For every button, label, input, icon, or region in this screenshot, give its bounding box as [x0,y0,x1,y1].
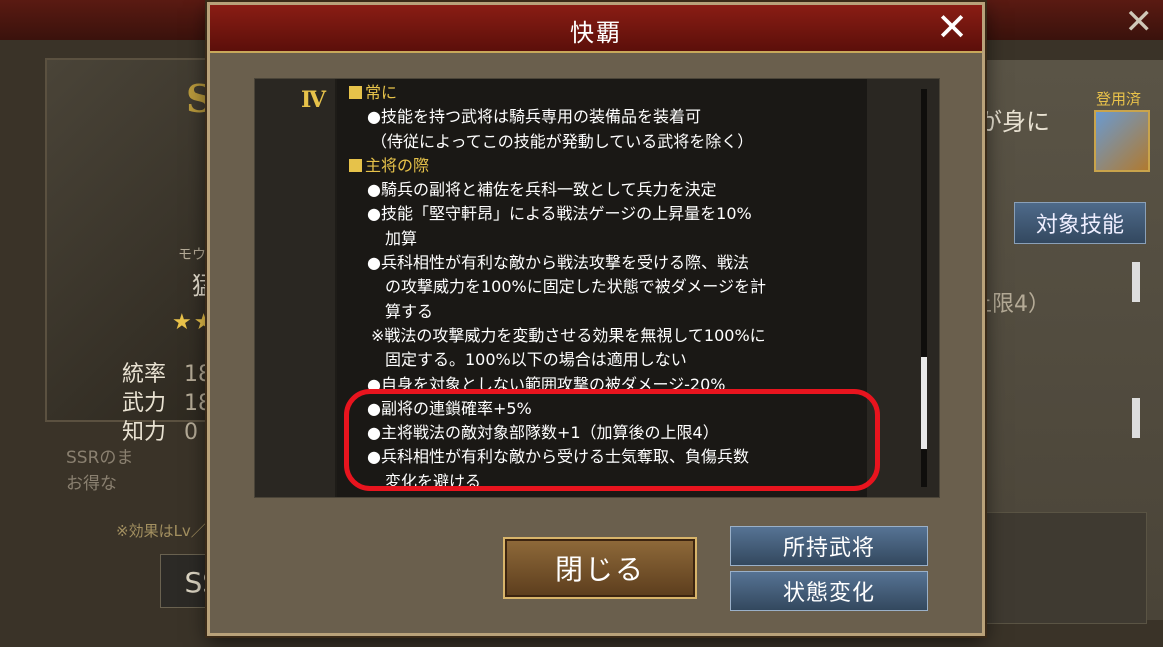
background-header-left [0,0,230,40]
description-line: の攻撃威力を100%に固定した状態で被ダメージを計 [385,277,766,297]
avatar[interactable] [1094,110,1150,172]
right-column [867,79,939,497]
description-line: ●兵科相性が有利な敵から戦法攻撃を受ける際、戦法 [367,253,749,273]
modal-header: 快覇 ✕ [210,5,982,53]
close-button[interactable]: 閉じる [503,537,697,599]
description-line: 変化を避ける [385,471,482,491]
target-skill-button[interactable]: 対象技能 [1014,202,1146,244]
skill-description-scroll[interactable]: 常に ●技能を持つ武将は騎兵専用の装備品を装着可 （侍従によってこの技能が発動してい… [337,79,867,497]
scrollbar-thumb[interactable] [921,357,927,449]
square-bullet-icon [349,158,362,172]
background-close-icon: ✕ [1124,2,1154,42]
close-icon[interactable]: ✕ [932,7,972,47]
description-line: ※戦法の攻撃威力を変動させる効果を無視して100%に [371,325,766,345]
background-scrollbar[interactable] [1132,398,1140,438]
square-bullet-icon [349,86,362,99]
description-line: ●兵科相性が有利な敵から受ける士気奪取、負傷兵数 [367,447,749,467]
modal-title: 快覇 [570,19,622,47]
description-line: 加算 [385,228,418,248]
description-line: ●自身を対象としない範囲攻撃の被ダメージ-20% [367,374,726,394]
background-bottom-panel [985,512,1147,624]
section-heading: 主将の際 [337,154,867,178]
level-column: Ⅳ [255,79,335,497]
description-lines: 常に ●技能を持つ武将は騎兵専用の装備品を装着可 （侍従によってこの技能が発動してい… [337,81,867,497]
background-note: SSRのま お得な [66,448,134,494]
skill-detail-modal: 快覇 ✕ Ⅳ 常に ●技能を持つ武将は騎兵専用の装備品を装着可 （侍従によってこの技… [207,2,985,636]
skill-description-panel: Ⅳ 常に ●技能を持つ武将は騎兵専用の装備品を装着可 （侍従によってこの技能が発動し… [254,78,940,498]
description-line: ■兵種特性 [337,494,867,497]
description-line: 算する [385,301,434,321]
owned-generals-button[interactable]: 所持武将 [730,526,928,566]
description-line: 固定する。100%以下の場合は適用しない [385,350,687,370]
description-line: ●騎兵の副将と補佐を兵科一致として兵力を決定 [367,180,717,200]
background-scrollbar[interactable] [1132,262,1140,302]
description-line: ●副将の連鎖確率+5% [367,398,532,418]
scrollbar-track[interactable] [921,89,927,487]
description-line: ●技能を持つ武将は騎兵専用の装備品を装着可 [367,107,701,127]
section-heading: 常に [337,81,867,105]
description-line: （侍従によってこの技能が発動している武将を除く） [371,131,754,151]
skill-level: Ⅳ [301,87,326,113]
description-line: ●技能「堅守軒昂」による戦法ゲージの上昇量を10% [367,204,752,224]
status-change-button[interactable]: 状態変化 [730,571,928,611]
recruited-badge: 登用済 [1096,90,1142,108]
description-line: ●主将戦法の敵対象部隊数+1（加算後の上限4） [367,423,719,443]
